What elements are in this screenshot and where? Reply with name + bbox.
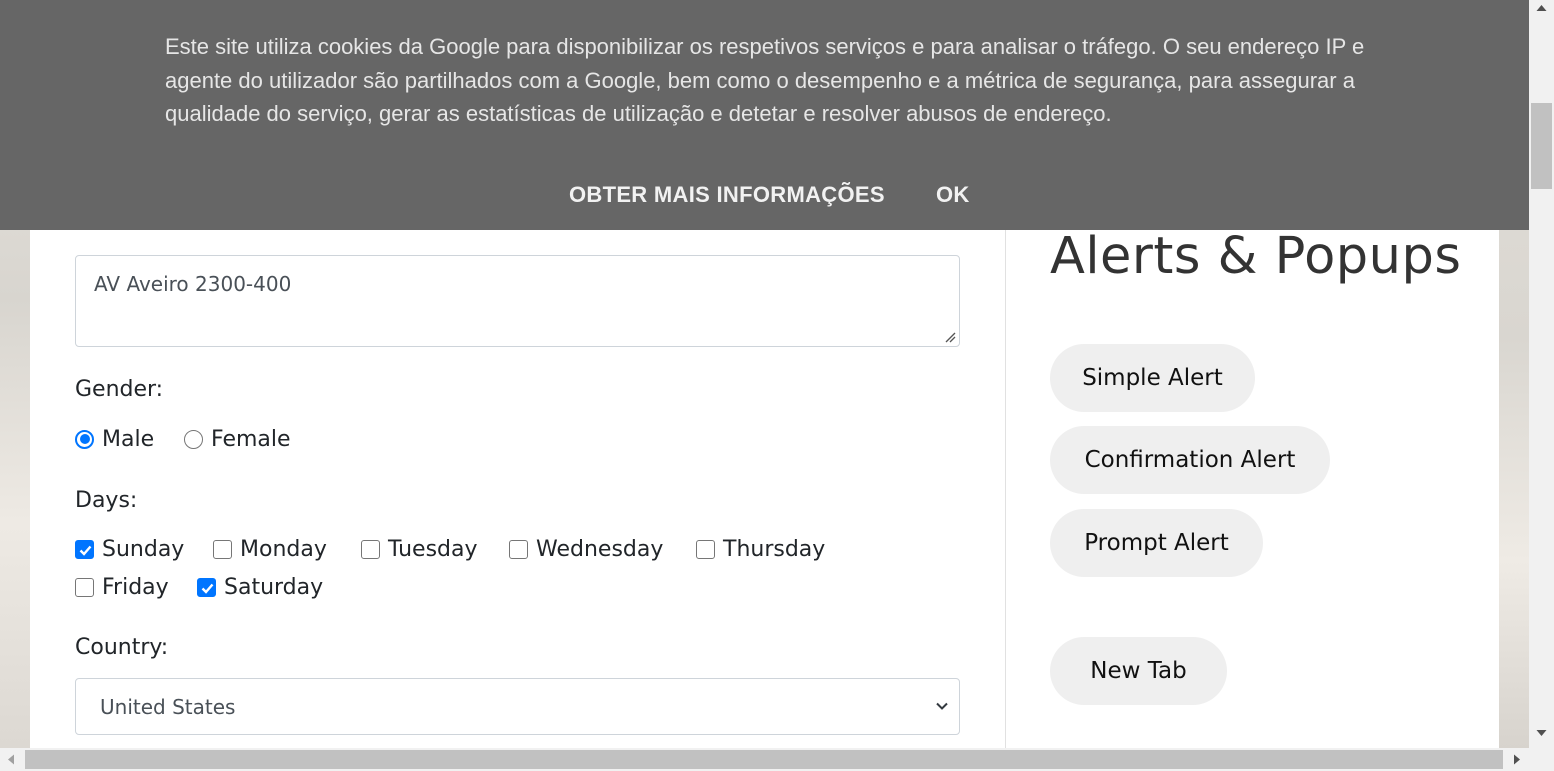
new-tab-button[interactable]: New Tab: [1050, 637, 1227, 705]
country-label: Country:: [75, 635, 169, 660]
wednesday-checkbox[interactable]: [509, 539, 528, 559]
cookie-message: Este site utiliza cookies da Google para…: [165, 34, 1365, 127]
saturday-checkbox[interactable]: [197, 577, 216, 597]
country-selected-value: United States: [100, 695, 236, 719]
monday-label: Monday: [240, 536, 327, 562]
day-wednesday[interactable]: Wednesday: [509, 535, 663, 563]
resize-grip-icon[interactable]: [945, 332, 956, 343]
column-divider: [1005, 230, 1006, 748]
monday-checkbox[interactable]: [213, 539, 232, 559]
cookie-banner: Este site utiliza cookies da Google para…: [0, 0, 1529, 230]
cookie-ok-button[interactable]: OK: [936, 182, 970, 208]
friday-checkbox[interactable]: [75, 577, 94, 597]
prompt-alert-button[interactable]: Prompt Alert: [1050, 509, 1263, 577]
horizontal-scrollbar-thumb[interactable]: [25, 750, 1503, 769]
tuesday-checkbox[interactable]: [361, 539, 380, 559]
tuesday-label: Tuesday: [388, 536, 478, 562]
gender-option-male[interactable]: Male: [75, 425, 154, 453]
gender-label: Gender:: [75, 377, 164, 402]
days-label: Days:: [75, 488, 138, 513]
confirmation-alert-button[interactable]: Confirmation Alert: [1050, 426, 1330, 494]
day-tuesday[interactable]: Tuesday: [361, 535, 478, 563]
saturday-label: Saturday: [224, 574, 324, 600]
day-saturday[interactable]: Saturday: [197, 573, 323, 601]
thursday-checkbox[interactable]: [696, 539, 715, 559]
scroll-down-arrow-icon[interactable]: [1536, 729, 1547, 737]
day-monday[interactable]: Monday: [213, 535, 327, 563]
scroll-left-arrow-icon[interactable]: [7, 754, 15, 765]
sunday-checkbox[interactable]: [75, 539, 94, 559]
address-value: AV Aveiro 2300-400: [94, 272, 292, 296]
day-friday[interactable]: Friday: [75, 573, 169, 601]
simple-alert-button[interactable]: Simple Alert: [1050, 344, 1255, 412]
vertical-scrollbar-thumb[interactable]: [1531, 103, 1552, 189]
thursday-label: Thursday: [723, 536, 826, 562]
wednesday-label: Wednesday: [536, 536, 664, 562]
day-thursday[interactable]: Thursday: [696, 535, 825, 563]
scroll-up-arrow-icon[interactable]: [1536, 4, 1547, 12]
friday-label: Friday: [102, 574, 169, 600]
alerts-popups-heading: Alerts & Popups: [1050, 227, 1462, 286]
more-info-link[interactable]: OBTER MAIS INFORMAÇÕES: [569, 182, 885, 208]
sunday-label: Sunday: [102, 536, 185, 562]
female-radio[interactable]: [184, 429, 203, 449]
day-sunday[interactable]: Sunday: [75, 535, 184, 563]
male-radio[interactable]: [75, 429, 94, 449]
country-select[interactable]: United States: [75, 678, 960, 735]
gender-option-female[interactable]: Female: [184, 425, 291, 453]
male-label: Male: [102, 426, 155, 452]
female-label: Female: [211, 426, 291, 452]
scroll-right-arrow-icon[interactable]: [1513, 754, 1521, 765]
chevron-down-icon: [936, 702, 948, 710]
address-textarea[interactable]: AV Aveiro 2300-400: [75, 255, 960, 347]
